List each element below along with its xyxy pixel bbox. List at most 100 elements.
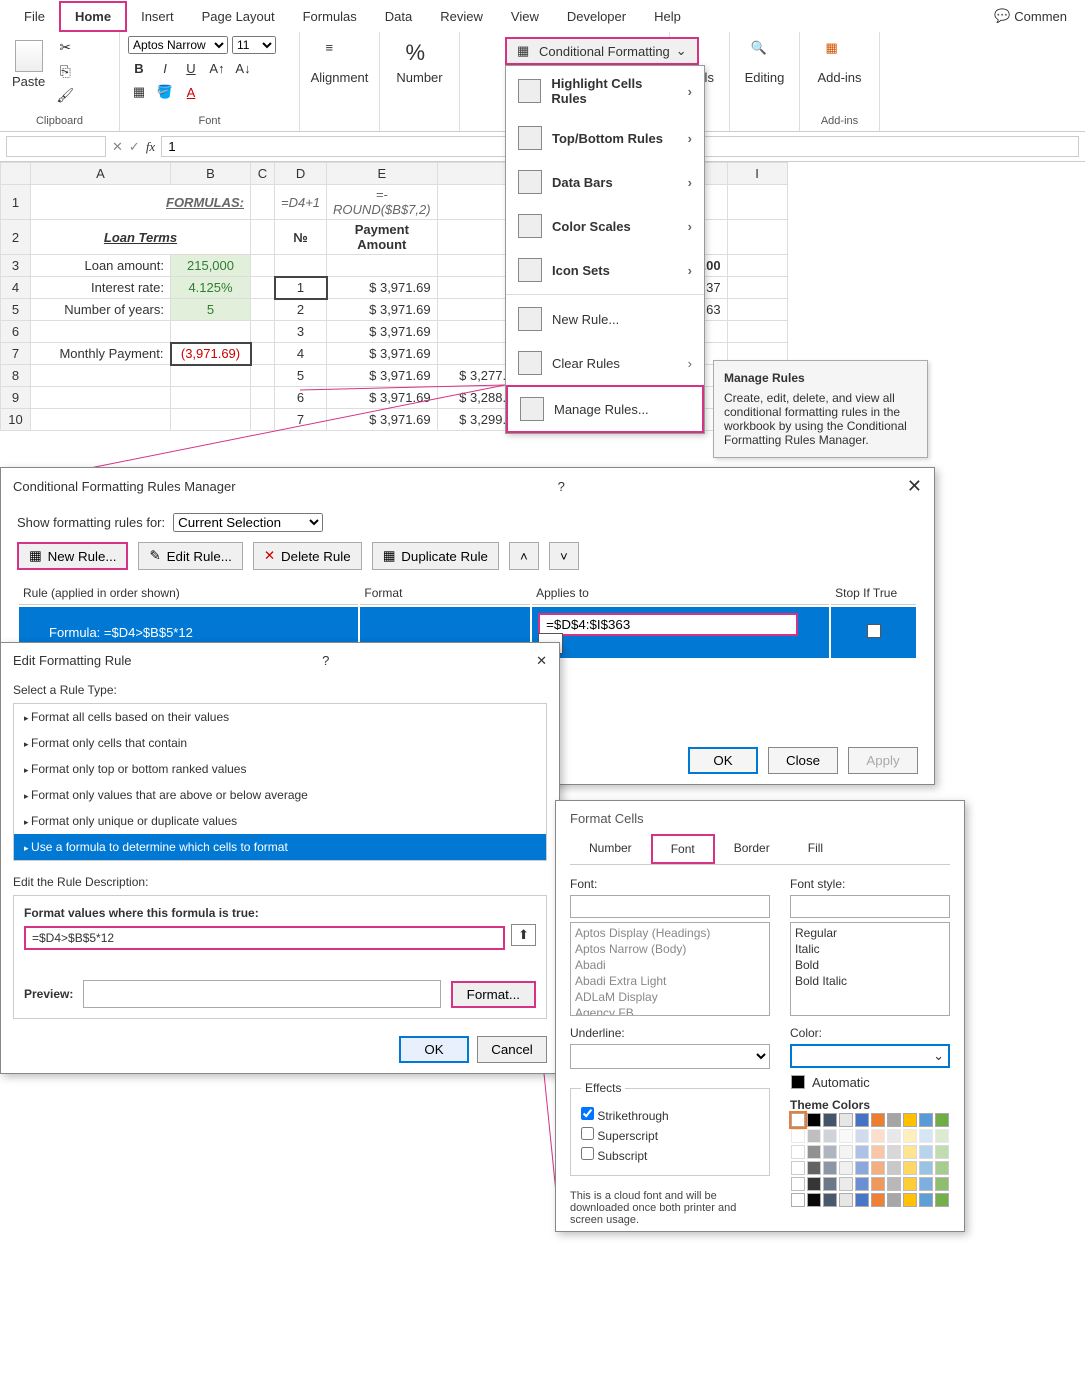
duplicate-rule-button[interactable]: ▦Duplicate Rule	[372, 542, 499, 570]
color-swatch[interactable]	[903, 1177, 917, 1191]
color-swatch[interactable]	[855, 1145, 869, 1159]
fc-tab-border[interactable]: Border	[715, 834, 789, 864]
color-swatch[interactable]	[807, 1193, 821, 1207]
style-input[interactable]	[790, 895, 950, 918]
fc-tab-number[interactable]: Number	[570, 834, 651, 864]
cf-new-rule[interactable]: New Rule...	[506, 297, 704, 341]
tab-data[interactable]: Data	[371, 3, 426, 30]
color-swatch[interactable]	[855, 1161, 869, 1175]
style-list[interactable]: Regular Italic Bold Bold Italic	[790, 922, 950, 1016]
color-swatch[interactable]	[919, 1129, 933, 1143]
color-swatch[interactable]	[935, 1161, 949, 1175]
number-format-button[interactable]: % Number	[388, 36, 451, 89]
color-swatch[interactable]	[791, 1161, 805, 1175]
color-swatch[interactable]	[903, 1193, 917, 1207]
ok-button[interactable]: OK	[688, 747, 758, 774]
tab-developer[interactable]: Developer	[553, 3, 640, 30]
theme-colors-palette[interactable]	[790, 1112, 950, 1208]
color-swatch[interactable]	[887, 1145, 901, 1159]
color-swatch[interactable]	[823, 1177, 837, 1191]
cf-data-bars[interactable]: Data Bars›	[506, 160, 704, 204]
rule-type-item[interactable]: Format only top or bottom ranked values	[14, 756, 546, 782]
tab-page-layout[interactable]: Page Layout	[188, 3, 289, 30]
color-swatch[interactable]	[903, 1145, 917, 1159]
color-swatch[interactable]	[791, 1113, 805, 1127]
cf-manage-rules[interactable]: Manage Rules...	[506, 385, 704, 433]
color-swatch[interactable]	[855, 1113, 869, 1127]
format-button[interactable]: Format...	[451, 981, 536, 1008]
color-swatch[interactable]	[903, 1113, 917, 1127]
color-swatch[interactable]	[871, 1129, 885, 1143]
rule-type-item[interactable]: Format only unique or duplicate values	[14, 808, 546, 834]
cf-icon-sets[interactable]: Icon Sets›	[506, 248, 704, 292]
fx-icon[interactable]: fx	[146, 139, 155, 155]
close-icon[interactable]: ✕	[907, 476, 922, 497]
italic-button[interactable]: I	[154, 58, 176, 78]
edit-rule-button[interactable]: ✎Edit Rule...	[138, 542, 242, 570]
fc-tab-font[interactable]: Font	[651, 834, 715, 864]
color-swatch[interactable]	[887, 1177, 901, 1191]
auto-color-swatch[interactable]	[791, 1075, 805, 1089]
fill-color-button[interactable]: 🪣	[154, 82, 176, 102]
cf-highlight-rules[interactable]: Highlight Cells Rules›	[506, 66, 704, 116]
tab-help[interactable]: Help	[640, 3, 695, 30]
move-up-button[interactable]: ˄	[509, 542, 539, 570]
help-icon[interactable]: ?	[322, 653, 329, 669]
color-swatch[interactable]	[919, 1145, 933, 1159]
borders-button[interactable]: ▦	[128, 82, 150, 102]
font-color-button[interactable]: A	[180, 82, 202, 102]
color-swatch[interactable]	[935, 1113, 949, 1127]
cut-button[interactable]: ✂	[53, 36, 77, 58]
color-swatch[interactable]	[791, 1129, 805, 1143]
color-swatch[interactable]	[807, 1129, 821, 1143]
sub-checkbox[interactable]: Subscript	[581, 1147, 759, 1163]
delete-rule-button[interactable]: ✕Delete Rule	[253, 542, 362, 570]
tab-insert[interactable]: Insert	[127, 3, 188, 30]
editing-button[interactable]: 🔍 Editing	[738, 36, 791, 89]
color-swatch[interactable]	[823, 1113, 837, 1127]
color-swatch[interactable]	[807, 1145, 821, 1159]
color-swatch[interactable]	[855, 1177, 869, 1191]
color-swatch[interactable]	[871, 1177, 885, 1191]
name-box[interactable]	[6, 136, 106, 157]
grow-font-button[interactable]: A↑	[206, 58, 228, 78]
cancel-button[interactable]: Cancel	[477, 1036, 547, 1063]
rule-type-item[interactable]: Format only values that are above or bel…	[14, 782, 546, 808]
color-swatch[interactable]	[839, 1113, 853, 1127]
underline-button[interactable]: U	[180, 58, 202, 78]
color-swatch[interactable]	[871, 1113, 885, 1127]
color-swatch[interactable]	[807, 1177, 821, 1191]
font-input[interactable]	[570, 895, 770, 918]
conditional-formatting-button[interactable]: ▦ Conditional Formatting ⌄	[505, 37, 699, 65]
close-icon[interactable]: ✕	[536, 653, 547, 669]
apply-button[interactable]: Apply	[848, 747, 918, 774]
color-swatch[interactable]	[791, 1177, 805, 1191]
color-swatch[interactable]	[791, 1193, 805, 1207]
color-swatch[interactable]	[919, 1177, 933, 1191]
color-swatch[interactable]	[855, 1129, 869, 1143]
tab-view[interactable]: View	[497, 3, 553, 30]
font-size-select[interactable]: 11	[232, 36, 276, 54]
color-swatch[interactable]	[935, 1129, 949, 1143]
shrink-font-button[interactable]: A↓	[232, 58, 254, 78]
color-swatch[interactable]	[903, 1161, 917, 1175]
color-swatch[interactable]	[887, 1161, 901, 1175]
paste-button[interactable]: Paste	[8, 36, 49, 93]
formula-input[interactable]: =$D4>$B$5*12	[24, 926, 505, 950]
color-swatch[interactable]	[887, 1193, 901, 1207]
new-rule-button[interactable]: ▦New Rule...	[17, 542, 128, 570]
ok-button[interactable]: OK	[399, 1036, 469, 1063]
addins-button[interactable]: ▦ Add-ins	[808, 36, 871, 89]
font-name-select[interactable]: Aptos Narrow	[128, 36, 228, 54]
super-checkbox[interactable]: Superscript	[581, 1127, 759, 1143]
color-swatch[interactable]	[935, 1145, 949, 1159]
color-swatch[interactable]	[887, 1129, 901, 1143]
color-swatch[interactable]	[919, 1161, 933, 1175]
color-swatch[interactable]	[855, 1193, 869, 1207]
tab-home[interactable]: Home	[59, 1, 127, 32]
format-painter-button[interactable]: 🖌	[53, 84, 77, 106]
cf-color-scales[interactable]: Color Scales›	[506, 204, 704, 248]
show-rules-select[interactable]: Current Selection	[173, 513, 323, 532]
color-swatch[interactable]	[839, 1161, 853, 1175]
color-swatch[interactable]	[807, 1161, 821, 1175]
